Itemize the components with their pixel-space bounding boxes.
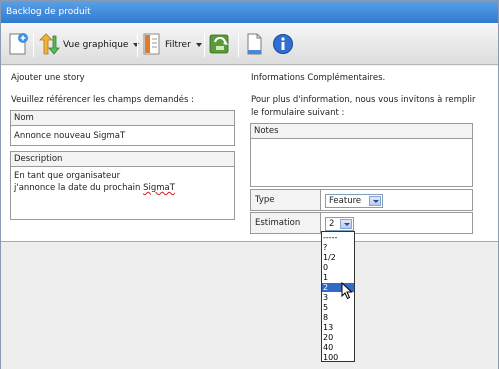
type-label: Type — [251, 190, 321, 210]
type-row: Type Feature — [250, 189, 473, 211]
sort-arrows-icon — [38, 32, 60, 59]
toolbar-separator — [137, 33, 138, 57]
estimation-label: Estimation — [251, 213, 321, 233]
filter-menu-label: Filtrer — [165, 40, 191, 50]
notes-textarea[interactable] — [253, 141, 470, 184]
lower-panel — [1, 243, 498, 369]
chevron-down-icon — [369, 196, 381, 206]
description-line-1: En tant que organisateur — [14, 171, 121, 181]
estimation-select-value: 2 — [329, 219, 335, 229]
misspelled-word: SigmaT — [143, 183, 175, 193]
form-panel: Ajouter une story Veuillez référencer le… — [1, 66, 498, 242]
view-menu-button[interactable]: Vue graphique — [38, 31, 140, 59]
estimation-option[interactable]: 1/2 — [322, 253, 354, 262]
description-line-2: j'annonce la date du prochain SigmaT — [14, 183, 175, 193]
description-textarea[interactable]: En tant que organisateur j'annonce la da… — [14, 171, 231, 216]
name-input[interactable]: Annonce nouveau SigmaT — [14, 131, 125, 141]
page-button[interactable] — [245, 31, 265, 59]
chevron-down-icon — [195, 43, 202, 47]
refresh-icon — [208, 32, 232, 59]
estimation-option[interactable]: 8 — [322, 313, 354, 322]
right-instruction-line-1: Pour plus d'information, nous vous invit… — [251, 95, 476, 105]
estimation-option[interactable]: 100 — [322, 353, 354, 362]
add-story-button[interactable] — [7, 31, 29, 59]
name-field: Nom Annonce nouveau SigmaT — [10, 110, 235, 146]
mouse-cursor-icon — [341, 281, 353, 303]
estimation-option[interactable]: 0 — [322, 263, 354, 272]
type-select-value: Feature — [329, 196, 362, 206]
estimation-option[interactable]: ? — [322, 243, 354, 252]
toolbar-separator — [238, 33, 239, 57]
refresh-button[interactable] — [208, 31, 232, 59]
estimation-option[interactable]: 40 — [322, 343, 354, 352]
right-instruction-line-2: le formulaire suivant : — [251, 108, 345, 118]
chevron-down-icon — [340, 219, 352, 229]
info-title: Informations Complémentaires. — [251, 73, 386, 83]
notes-field: Notes — [250, 123, 473, 187]
page-icon — [245, 32, 265, 59]
estimation-option[interactable]: 20 — [322, 333, 354, 342]
toolbar-separator — [204, 33, 205, 57]
name-label: Nom — [11, 111, 234, 126]
estimation-option[interactable]: 5 — [322, 303, 354, 312]
filter-icon — [142, 32, 162, 59]
view-menu-label: Vue graphique — [63, 40, 129, 50]
description-field: Description En tant que organisateur j'a… — [10, 151, 235, 220]
add-document-icon — [7, 32, 29, 59]
add-story-title: Ajouter une story — [11, 73, 85, 83]
window: Backlog de produit Vue graphique Filtrer… — [0, 0, 499, 369]
estimation-option[interactable]: 13 — [322, 323, 354, 332]
notes-label: Notes — [251, 124, 472, 139]
estimation-option[interactable]: ----- — [322, 233, 354, 242]
type-select[interactable]: Feature — [325, 194, 383, 208]
filter-menu-button[interactable]: Filtrer — [142, 31, 202, 59]
toolbar-separator — [33, 33, 34, 57]
info-icon — [272, 32, 294, 59]
description-line-2-text: j'annonce la date du prochain — [14, 183, 144, 193]
left-instruction: Veuillez référencer les champs demandés … — [11, 95, 194, 105]
estimation-option[interactable]: 1 — [322, 273, 354, 282]
window-title: Backlog de produit — [1, 1, 498, 23]
description-label: Description — [11, 152, 234, 167]
estimation-select[interactable]: 2 — [325, 217, 354, 231]
estimation-row: Estimation 2 — [250, 212, 473, 234]
info-button[interactable] — [272, 31, 294, 59]
toolbar: Vue graphique Filtrer — [1, 23, 498, 65]
